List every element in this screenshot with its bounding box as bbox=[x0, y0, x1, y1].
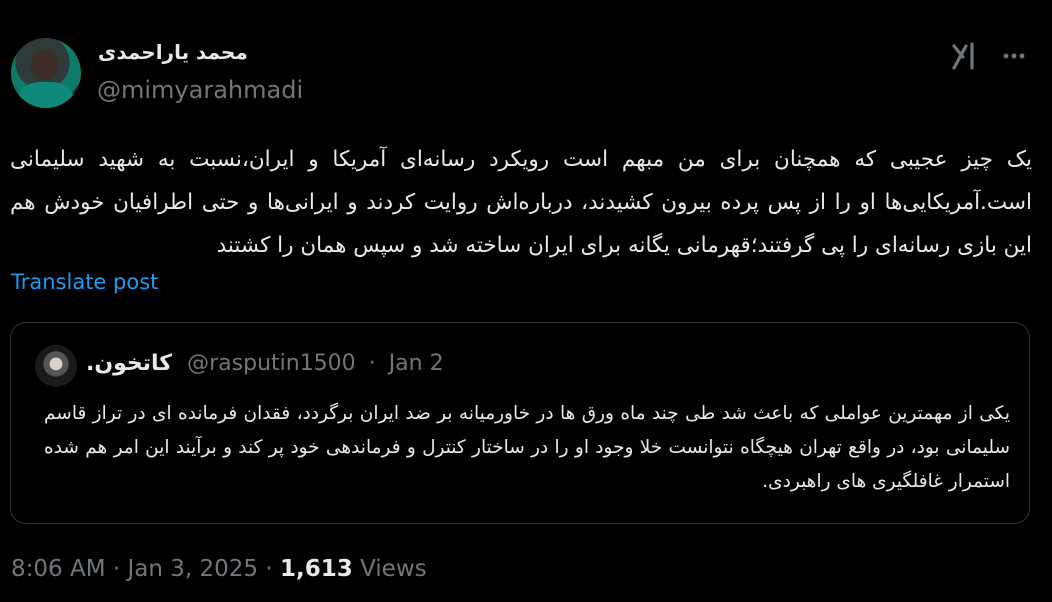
views-label: Views bbox=[360, 556, 427, 582]
author-name[interactable]: محمد یاراحمدی bbox=[98, 40, 248, 64]
post-time[interactable]: 8:06 AM bbox=[11, 556, 106, 582]
grok-icon[interactable] bbox=[950, 42, 982, 70]
quoted-post[interactable]: کاتخون. @rasputin1500 · Jan 2 یکی از مهم… bbox=[10, 322, 1030, 524]
meta-separator: · bbox=[265, 556, 273, 582]
post-meta: 8:06 AM · Jan 3, 2025 · 1,613 Views bbox=[11, 556, 427, 582]
tweet-text: یک چیز عجیبی که همچنان برای من مبهم است … bbox=[10, 147, 1032, 258]
translate-post-link[interactable]: Translate post bbox=[11, 270, 158, 294]
author-avatar[interactable] bbox=[11, 38, 81, 108]
quote-author-handle[interactable]: @rasputin1500 bbox=[187, 351, 356, 376]
avatar-face bbox=[31, 50, 59, 80]
views-count[interactable]: 1,613 bbox=[280, 556, 353, 582]
quote-avatar[interactable] bbox=[35, 345, 77, 387]
quote-author-name[interactable]: کاتخون. bbox=[86, 351, 172, 376]
quote-text: یکی از مهمترین عواملی که باعث شد طی چند … bbox=[44, 403, 1010, 492]
quote-separator: · bbox=[368, 351, 376, 376]
author-handle[interactable]: @mimyarahmadi bbox=[97, 76, 303, 104]
quote-header: کاتخون. @rasputin1500 · Jan 2 bbox=[86, 351, 444, 376]
avatar-shirt bbox=[19, 82, 73, 108]
post-date[interactable]: Jan 3, 2025 bbox=[127, 556, 258, 582]
quote-date[interactable]: Jan 2 bbox=[389, 351, 444, 376]
more-icon[interactable] bbox=[1000, 44, 1028, 68]
meta-separator: · bbox=[112, 556, 121, 582]
